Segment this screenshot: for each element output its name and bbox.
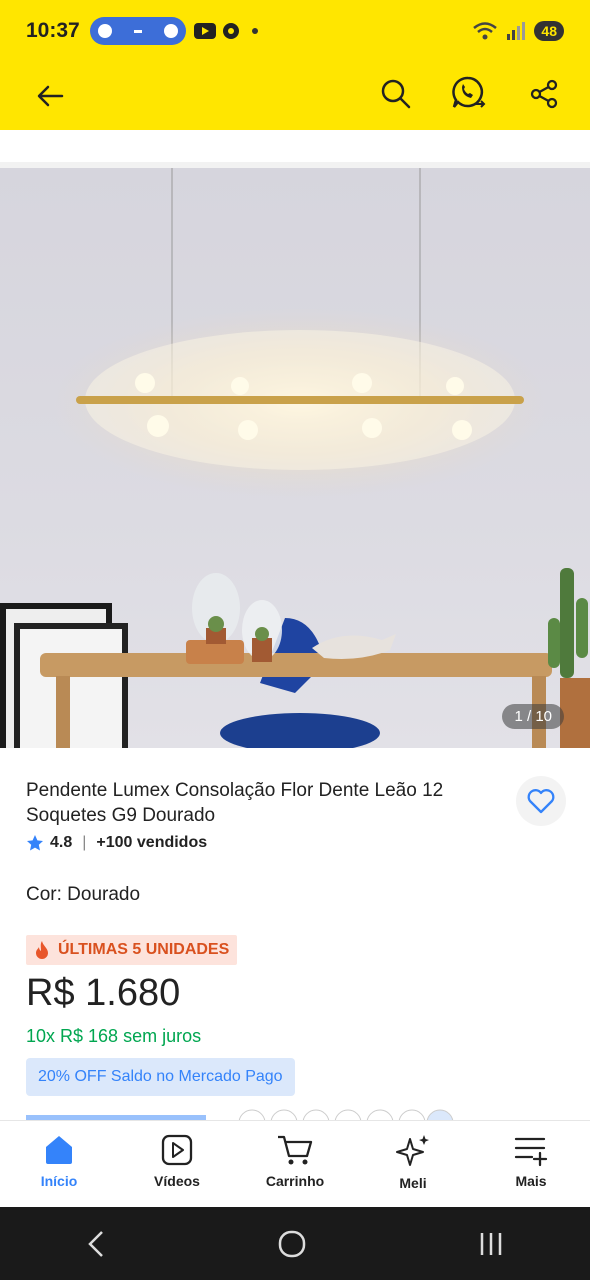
nav-item-mais[interactable]: Mais — [472, 1121, 590, 1207]
stock-badge-text: ÚLTIMAS 5 UNIDADES — [58, 941, 230, 958]
system-navigation-bar — [0, 1207, 590, 1280]
star-icon — [27, 835, 43, 851]
price: R$ 1.680 — [26, 972, 181, 1014]
share-icon[interactable] — [528, 78, 560, 110]
payment-methods-row — [26, 1108, 566, 1120]
stock-badge: ÚLTIMAS 5 UNIDADES — [26, 935, 238, 965]
nav-item-carrinho[interactable]: Carrinho — [236, 1121, 354, 1207]
sold-count: +100 vendidos — [96, 834, 208, 851]
top-toolbar — [0, 62, 590, 130]
color-selector[interactable]: Cor: Dourado — [26, 884, 140, 906]
nav-label: Vídeos — [154, 1173, 200, 1189]
fire-icon — [36, 941, 48, 959]
cart-icon — [278, 1135, 313, 1165]
play-icon — [161, 1134, 193, 1166]
notification-pill — [89, 17, 186, 45]
image-counter: 1 / 10 — [502, 704, 564, 729]
heart-icon — [527, 789, 555, 814]
soccer-ball-icon — [222, 23, 239, 39]
header-spacer — [0, 130, 590, 168]
battery-indicator: 48 — [534, 21, 564, 41]
favorite-button[interactable] — [516, 776, 566, 826]
product-title: Pendente Lumex Consolação Flor Dente Leã… — [26, 780, 444, 826]
home-icon — [46, 1136, 72, 1164]
rating-score: 4.8 — [50, 834, 73, 851]
product-photo — [0, 168, 590, 748]
system-back-icon[interactable] — [84, 1229, 108, 1259]
status-bar: 10:37 48 — [0, 0, 590, 62]
search-icon[interactable] — [378, 76, 414, 112]
menu-plus-icon — [514, 1137, 548, 1167]
nav-label: Mais — [515, 1173, 547, 1189]
status-time: 10:37 — [26, 19, 80, 42]
nav-item-inicio[interactable]: Início — [0, 1121, 118, 1207]
bottom-navigation: Início Vídeos Carrinho Meli Mais — [0, 1120, 590, 1207]
youtube-icon — [193, 23, 216, 39]
system-recents-icon[interactable] — [476, 1229, 506, 1259]
wifi-icon — [473, 22, 498, 40]
nav-label: Carrinho — [265, 1173, 325, 1189]
nav-item-videos[interactable]: Vídeos — [118, 1121, 236, 1207]
arrow-left-icon[interactable] — [32, 78, 68, 114]
rating-row[interactable]: 4.8 | +100 vendidos — [26, 834, 207, 852]
system-home-icon[interactable] — [277, 1229, 307, 1259]
nav-item-meli[interactable]: Meli — [354, 1121, 472, 1207]
nav-label: Início — [40, 1173, 78, 1189]
sparkle-icon — [396, 1135, 429, 1166]
more-notifications-dot — [251, 28, 258, 34]
nav-label: Meli — [399, 1175, 427, 1191]
promo-banner[interactable]: 20% OFF Saldo no Mercado Pago — [26, 1058, 295, 1096]
installments: 10x R$ 168 sem juros — [26, 1026, 202, 1046]
rating-divider: | — [82, 834, 87, 851]
product-image-gallery[interactable]: 1 / 10 — [0, 168, 590, 748]
whatsapp-icon[interactable] — [450, 74, 488, 114]
signal-icon — [507, 22, 526, 40]
